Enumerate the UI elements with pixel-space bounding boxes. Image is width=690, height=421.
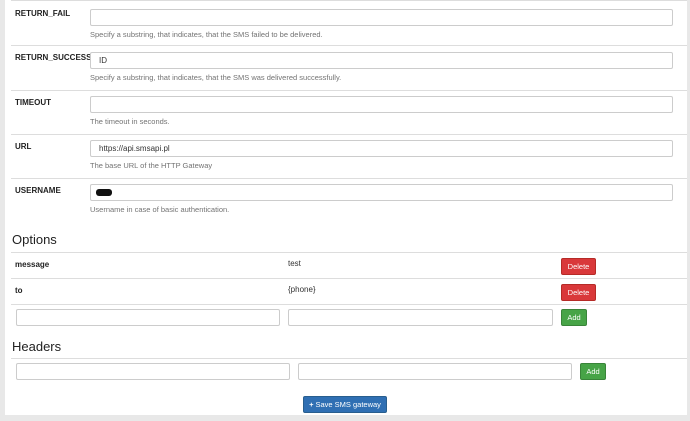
delete-option-button[interactable]: Delete [561, 258, 596, 275]
new-header-key-input[interactable] [16, 363, 290, 380]
new-header-value-input[interactable] [298, 363, 572, 380]
param-help: Specify a substring, that indicates, tha… [90, 73, 342, 82]
plus-icon: + [309, 400, 314, 409]
save-sms-gateway-button[interactable]: + Save SMS gateway [303, 396, 387, 413]
add-option-button[interactable]: Add [561, 309, 587, 326]
username-input[interactable] [90, 184, 673, 201]
new-option-key-input[interactable] [16, 309, 280, 326]
option-value: test [288, 259, 301, 268]
url-input[interactable]: https://api.smsapi.pl [90, 140, 673, 157]
param-help: The timeout in seconds. [90, 117, 170, 126]
option-row: message test Delete [11, 252, 687, 279]
return-success-input[interactable]: ID [90, 52, 673, 69]
delete-option-button[interactable]: Delete [561, 284, 596, 301]
header-new-row: Add [11, 358, 687, 387]
option-key: message [15, 260, 50, 269]
param-row-return-fail: RETURN_FAIL Specify a substring, that in… [11, 0, 687, 45]
new-option-value-input[interactable] [288, 309, 553, 326]
param-help: The base URL of the HTTP Gateway [90, 161, 213, 170]
save-label: Save SMS gateway [315, 400, 381, 409]
add-header-button[interactable]: Add [580, 363, 606, 380]
return-fail-input[interactable] [90, 9, 673, 26]
param-row-return-success: RETURN_SUCCESS ID Specify a substring, t… [11, 45, 687, 90]
param-label: RETURN_SUCCESS [15, 53, 92, 62]
param-row-timeout: TIMEOUT The timeout in seconds. [11, 90, 687, 135]
param-label: USERNAME [15, 186, 61, 195]
headers-title: Headers [12, 339, 62, 354]
option-row: to {phone} Delete [11, 278, 687, 305]
redacted-value [96, 189, 112, 196]
option-value: {phone} [288, 285, 316, 294]
param-label: TIMEOUT [15, 98, 51, 107]
param-label: URL [15, 142, 32, 151]
param-row-username: USERNAME Username in case of basic authe… [11, 178, 687, 223]
options-title: Options [12, 232, 57, 247]
param-help: Username in case of basic authentication… [90, 205, 230, 214]
param-label: RETURN_FAIL [15, 9, 71, 18]
sms-gateway-form: RETURN_FAIL Specify a substring, that in… [5, 0, 687, 415]
timeout-input[interactable] [90, 96, 673, 113]
option-new-row: Add [11, 304, 687, 335]
param-help: Specify a substring, that indicates, tha… [90, 30, 323, 39]
param-row-url: URL https://api.smsapi.pl The base URL o… [11, 134, 687, 179]
option-key: to [15, 286, 23, 295]
